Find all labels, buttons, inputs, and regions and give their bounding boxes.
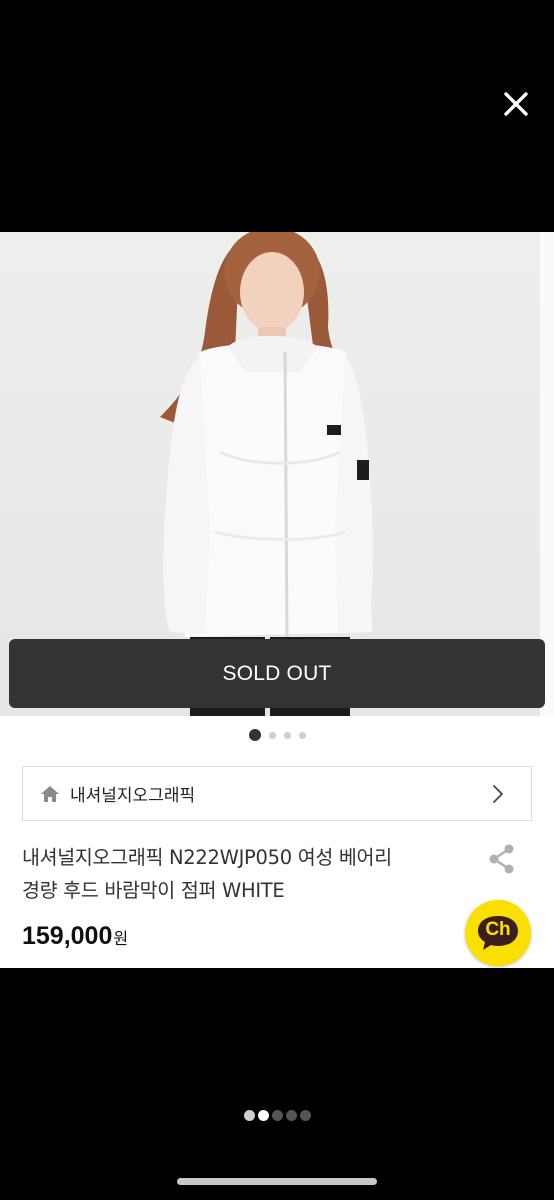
chat-bubble-icon: Ch (476, 914, 520, 952)
store-name: 내셔널지오그래픽 (70, 786, 196, 806)
gallery-page-dot[interactable] (271, 1109, 283, 1121)
sold-out-banner: SOLD OUT (9, 639, 545, 708)
gallery-page-dot[interactable] (257, 1109, 269, 1121)
price-unit: 원 (113, 931, 129, 948)
price-amount: 159,000 (22, 922, 113, 950)
chat-button-label: Ch (485, 919, 511, 940)
gallery-page-dot[interactable] (243, 1109, 255, 1121)
product-price: 159,000원 (22, 922, 128, 951)
store-link[interactable]: 내셔널지오그래픽 (22, 766, 532, 821)
product-title-line: 경량 후드 바람막이 점퍼 WHITE (22, 879, 285, 902)
gallery-page-dot[interactable] (299, 1109, 311, 1121)
close-button[interactable] (500, 88, 532, 120)
close-icon (504, 92, 528, 116)
gallery-pagination (0, 1108, 554, 1122)
home-icon (41, 785, 59, 802)
kakao-channel-button[interactable]: Ch (465, 900, 531, 966)
share-button[interactable] (487, 843, 517, 875)
image-pagination (0, 728, 554, 742)
product-card: SOLD OUT 내셔널지오그래픽 내셔널지오그래픽 N222WJP050 여성… (0, 232, 554, 968)
gallery-page-dot[interactable] (285, 1109, 297, 1121)
image-page-dot[interactable] (268, 731, 276, 739)
image-page-dot[interactable] (283, 731, 291, 739)
chevron-right-icon (493, 784, 503, 803)
product-title-line: 내셔널지오그래픽 N222WJP050 여성 베어리 (22, 846, 392, 869)
product-title: 내셔널지오그래픽 N222WJP050 여성 베어리 경량 후드 바람막이 점퍼… (22, 841, 462, 907)
home-indicator[interactable] (177, 1178, 377, 1185)
image-page-dot[interactable] (248, 729, 261, 741)
share-icon (489, 844, 514, 874)
image-page-dot[interactable] (298, 731, 306, 739)
